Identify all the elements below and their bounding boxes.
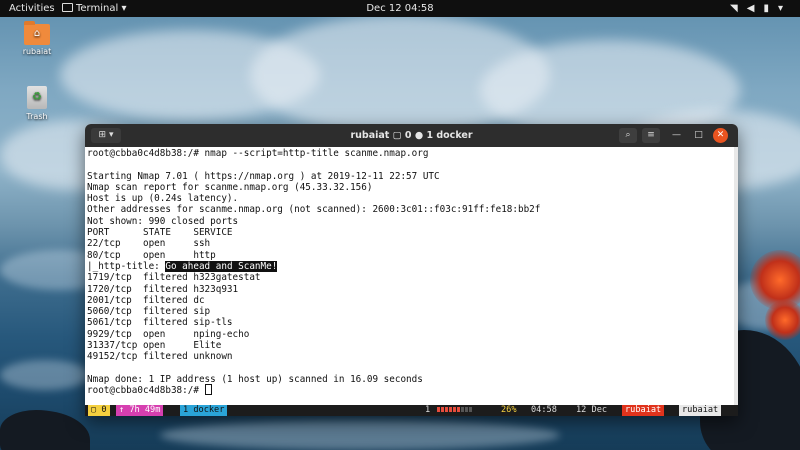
terminal-line: 1720/tcp filtered h323q931 [87,283,239,295]
trash-label: Trash [26,112,48,121]
tmux-status-bar: ▢ 0 ↑ 7h 49m 1 docker 1 26% 04:58 12 Dec… [85,405,738,416]
hostname-tag: rubaiat [622,405,665,416]
terminal-output[interactable]: root@cbba0c4d8b38:/# nmap --script=http-… [85,147,738,405]
load-bar-segment [465,407,468,412]
http-title-prefix: |_http-title: [87,260,166,272]
terminal-line: 80/tcp open http [87,249,216,261]
terminal-line: 31337/tcp open Elite [87,340,222,352]
terminal-line: Not shown: 990 closed ports [87,215,239,227]
terminal-line: 49152/tcp filtered unknown [87,351,233,363]
username-tag: rubaiat [679,405,722,416]
maximize-button[interactable]: □ [691,128,706,143]
minimize-button[interactable]: — [669,128,684,143]
terminal-line: 5061/tcp filtered sip-tls [87,317,233,329]
load-percent: 26% [501,405,517,415]
search-icon: ⌕ [625,130,631,140]
status-date: 12 Dec [576,405,608,415]
terminal-line: 9929/tcp open nping-echo [87,328,250,340]
load-bar-segment [445,407,448,412]
terminal-lines: root@cbba0c4d8b38:/# nmap --script=http-… [87,148,540,397]
top-bar: Activities Terminal ▾ Dec 12 04:58 ◥◀▮▾ [0,0,800,17]
window-title: rubaiat ▢ 0 ● 1 docker [350,130,473,141]
minimize-icon: — [672,130,681,140]
session-indicator: ▢ 0 [88,405,110,416]
load-bar-segment [437,407,440,412]
desktop-home-folder[interactable]: ⌂ rubaiat [17,21,57,56]
search-button[interactable]: ⌕ [619,128,637,143]
text-cursor [204,384,212,396]
highlighted-title: Go ahead and ScanMe! [165,260,278,272]
terminal-line: 22/tcp open ssh [87,238,211,250]
terminal-line: PORT STATE SERVICE [87,227,233,239]
home-folder-label: rubaiat [22,47,52,56]
system-menu-icon: ▾ [777,3,792,14]
load-bar-segment [469,407,472,412]
status-time: 04:58 [531,405,557,415]
close-icon: ✕ [716,130,725,140]
hamburger-icon: ≡ [647,130,655,140]
terminal-line: 5060/tcp filtered sip [87,306,211,318]
wifi-icon: ◥ [730,3,747,14]
terminal-line: Host is up (0.24s latency). [87,193,239,205]
terminal-line: Other addresses for scanme.nmap.org (not… [87,204,541,216]
load-bar-segment [457,407,460,412]
load-bar-segment [453,407,456,412]
volume-icon: ◀ [746,3,764,14]
terminal-line: root@cbba0c4d8b38:/# nmap --script=http-… [87,148,429,159]
desktop-trash[interactable]: ♻ Trash [17,86,57,121]
scrollbar[interactable] [734,147,738,405]
load-bar-segment [441,407,444,412]
window-index: 1 [425,405,431,415]
clock[interactable]: Dec 12 04:58 [0,0,800,17]
terminal-line: 2001/tcp filtered dc [87,294,205,306]
terminal-prompt-line[interactable]: root@cbba0c4d8b38:/# [87,384,540,397]
terminal-line: 1719/tcp filtered h323gatestat [87,272,261,284]
maximize-icon: □ [694,130,703,140]
load-bar [437,405,487,416]
window-tab[interactable]: 1 docker [180,405,228,416]
menu-button[interactable]: ≡ [642,128,660,143]
terminal-line-http-title: |_http-title: Go ahead and ScanMe! [87,260,540,272]
system-tray[interactable]: ◥◀▮▾ [730,0,792,17]
terminal-line: Nmap scan report for scanme.nmap.org (45… [87,181,373,193]
uptime-indicator: ↑ 7h 49m [116,405,164,416]
close-button[interactable]: ✕ [713,128,728,143]
load-bar-segment [461,407,464,412]
load-bar-segment [449,407,452,412]
terminal-line: Nmap done: 1 IP address (1 host up) scan… [87,373,423,385]
terminal-window[interactable]: ⊞ ▾ rubaiat ▢ 0 ● 1 docker ⌕ ≡ — □ ✕ roo… [85,124,738,416]
terminal-line: Starting Nmap 7.01 ( https://nmap.org ) … [87,170,440,182]
prompt: root@cbba0c4d8b38:/# [87,385,205,397]
battery-icon: ▮ [763,3,778,14]
trash-icon: ♻ [27,86,47,109]
terminal-titlebar[interactable]: ⊞ ▾ rubaiat ▢ 0 ● 1 docker ⌕ ≡ — □ ✕ [85,124,738,147]
folder-icon: ⌂ [24,21,50,45]
